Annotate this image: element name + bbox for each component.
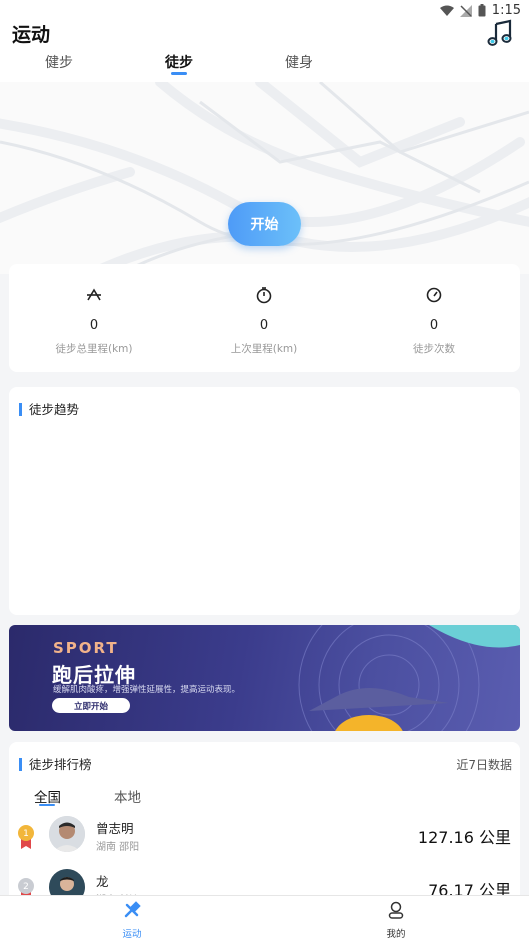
user-location: 湖南 邵阳 [96,842,140,853]
stat-total-distance: 0 徒步总里程(km) [9,286,179,356]
nav-label: 运动 [122,929,142,940]
stat-last-distance: 0 上次里程(km) [179,286,349,356]
banner-subtitle: 缓解肌肉酸疼，增强弹性延展性，提高运动表现。 [53,685,241,695]
user-icon [388,901,404,919]
no-signal-icon [459,4,472,17]
status-time: 1:15 [491,3,521,18]
ranking-row[interactable]: 1 曾志明 湖南 邵阳 127.16 公里 [9,814,520,862]
nav-sport[interactable]: 运动 [102,900,162,940]
banner-start-button[interactable]: 立即开始 [52,698,130,713]
tab-jianbu[interactable]: 健步 [45,52,73,72]
route-icon [87,288,101,301]
stat-value: 0 [259,318,269,333]
tools-icon [124,901,141,918]
sport-tabs: 健步 徒步 健身 [0,52,529,80]
user-name: 曾志明 [96,821,134,836]
tab-local[interactable]: 本地 [114,786,141,806]
bottom-nav: 运动 我的 [0,895,529,942]
avatar[interactable] [49,816,85,852]
stats-card: 0 徒步总里程(km) 0 上次里程(km) 0 徒步次数 [9,264,520,372]
nav-mine[interactable]: 我的 [366,900,426,940]
trend-card: 徒步趋势 [9,387,520,615]
stat-value: 0 [429,318,439,333]
stat-count: 0 徒步次数 [349,286,519,356]
ranking-period: 近7日数据 [456,758,512,772]
stretch-banner[interactable]: SPORT 跑后拉伸 缓解肌肉酸疼，增强弹性延展性，提高运动表现。 立即开始 [9,625,520,731]
timer-icon [256,287,272,304]
header: 运动 健步 徒步 健身 [0,18,529,82]
battery-icon [478,4,486,17]
tab-tubu[interactable]: 徒步 [165,52,193,72]
stat-label: 上次里程(km) [230,343,298,355]
rank-number: 1 [23,829,29,839]
stat-label: 徒步次数 [413,343,455,355]
tab-jianshen[interactable]: 健身 [285,52,313,72]
tab-indicator [171,72,187,75]
ranking-title: 徒步排行榜 [19,758,92,771]
stat-value: 0 [89,318,99,333]
user-name: 龙 [96,874,109,889]
banner-sport: SPORT [53,639,119,657]
music-icon[interactable] [485,18,515,48]
ranking-tab-indicator [39,804,55,806]
page-title: 运动 [12,24,51,46]
wifi-icon [439,5,454,16]
speedometer-icon [426,287,442,303]
gold-medal-icon: 1 [18,825,34,849]
nav-label: 我的 [386,929,406,940]
rank-number: 2 [23,882,29,892]
stat-label: 徒步总里程(km) [55,343,133,355]
tab-national[interactable]: 全国 [34,786,61,806]
user-distance: 127.16 公里 [417,828,511,847]
trend-title: 徒步趋势 [19,403,79,416]
start-button[interactable]: 开始 [228,202,301,246]
